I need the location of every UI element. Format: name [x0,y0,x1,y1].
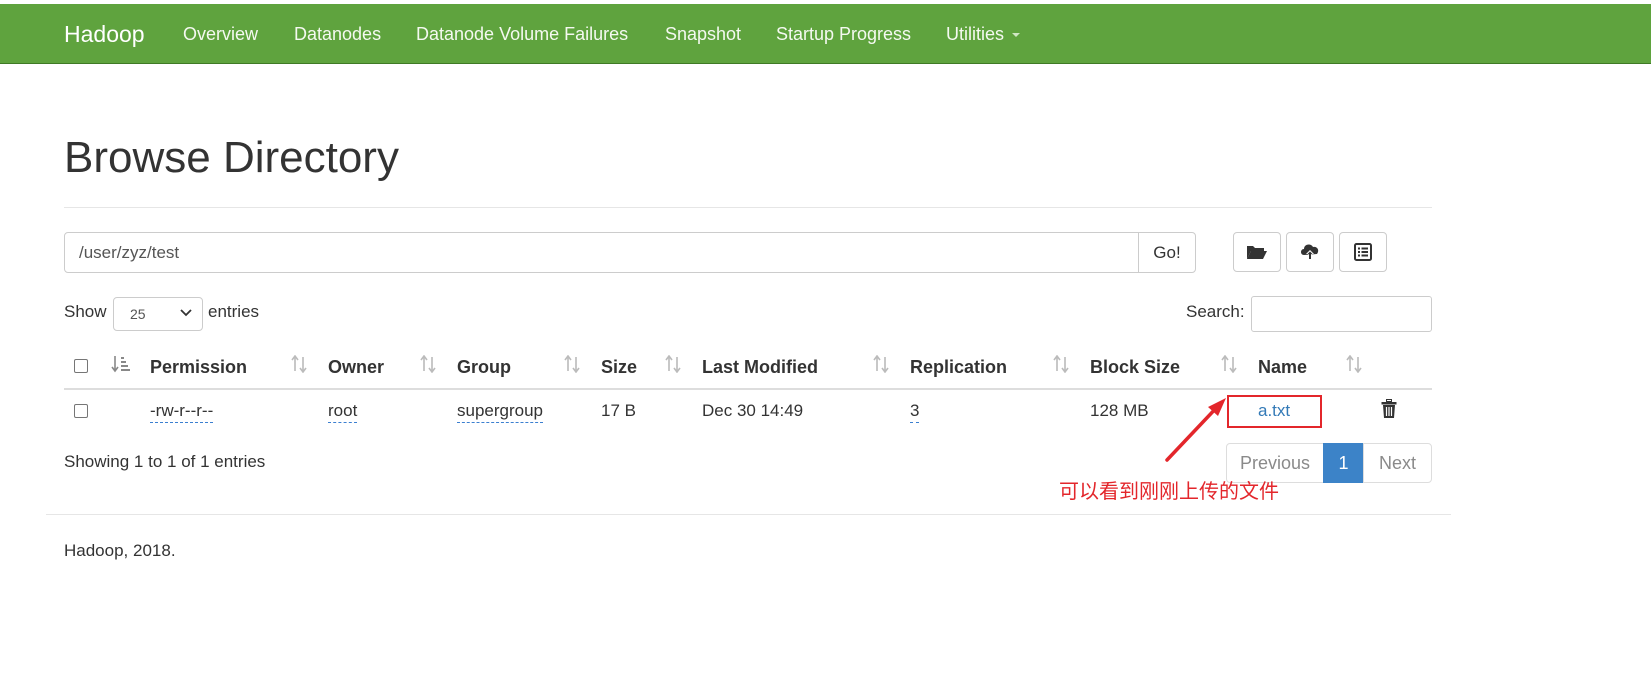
directory-path-input[interactable] [64,232,1139,273]
nav-datanode-volume-failures[interactable]: Datanode Volume Failures [416,4,628,64]
column-header-size[interactable]: Size [601,357,637,378]
cell-replication[interactable]: 3 [910,401,920,423]
cloud-upload-icon [1301,244,1319,260]
sort-both-icon [873,355,889,373]
top-navbar: Hadoop Overview Datanodes Datanode Volum… [0,4,1651,64]
column-header-last-modified[interactable]: Last Modified [702,357,818,378]
entries-select-value: 25 [130,306,146,322]
list-alt-icon [1354,243,1372,261]
column-header-block-size[interactable]: Block Size [1090,357,1180,378]
nav-overview[interactable]: Overview [183,4,258,64]
table-header-divider [64,388,1432,390]
sort-both-icon [1053,355,1069,373]
cell-block-size: 128 MB [1090,401,1149,420]
cell-group[interactable]: supergroup [457,401,544,423]
row-select-checkbox[interactable] [74,404,88,418]
cell-last-modified: Dec 30 14:49 [702,401,804,420]
entries-per-page-select[interactable]: 25 [113,297,203,331]
annotation-highlight-box [1227,395,1322,428]
path-input-group: Go! [64,232,1196,273]
folder-open-icon [1247,246,1267,259]
brand-link[interactable]: Hadoop [64,4,145,64]
upload-files-button[interactable] [1286,232,1334,272]
column-header-permission[interactable]: Permission [150,357,247,378]
sort-both-icon [1346,355,1362,373]
column-header-owner[interactable]: Owner [328,357,384,378]
chevron-down-icon [180,309,192,317]
pagination-next[interactable]: Next [1363,443,1432,483]
create-directory-button[interactable] [1233,232,1281,272]
go-button[interactable]: Go! [1138,232,1196,273]
cut-paste-button[interactable] [1339,232,1387,272]
sort-both-icon [665,355,681,373]
annotation-arrow [1165,398,1226,462]
column-header-replication[interactable]: Replication [910,357,1007,378]
column-header-name[interactable]: Name [1258,357,1307,378]
caret-down-icon [1012,33,1021,38]
nav-utilities-label: Utilities [946,24,1005,44]
nav-startup-progress[interactable]: Startup Progress [776,4,911,64]
sort-ascending-icon[interactable] [111,355,131,373]
cell-permission[interactable]: -rw-r--r-- [150,401,214,423]
sort-both-icon [564,355,580,373]
sort-both-icon [1221,355,1237,373]
nav-datanodes[interactable]: Datanodes [294,4,381,64]
table-info: Showing 1 to 1 of 1 entries [64,452,266,471]
sort-both-icon [420,355,436,373]
search-label: Search: [1186,302,1245,321]
cell-size: 17 B [601,401,636,420]
pagination-page-1[interactable]: 1 [1323,443,1364,483]
footer-text: Hadoop, 2018. [64,541,176,560]
annotation-text: 可以看到刚刚上传的文件 [1059,479,1279,503]
title-divider [64,207,1432,208]
trash-icon[interactable] [1381,399,1397,419]
entries-label: entries [208,302,260,321]
sort-both-icon [291,355,307,373]
column-header-group[interactable]: Group [457,357,511,378]
cell-owner[interactable]: root [328,401,358,423]
footer-divider [46,514,1451,515]
show-label: Show [64,302,107,321]
search-input[interactable] [1251,296,1432,332]
nav-snapshot[interactable]: Snapshot [665,4,741,64]
select-all-checkbox[interactable] [74,359,88,373]
page-title: Browse Directory [64,133,399,182]
nav-utilities-dropdown[interactable]: Utilities [946,4,1021,64]
